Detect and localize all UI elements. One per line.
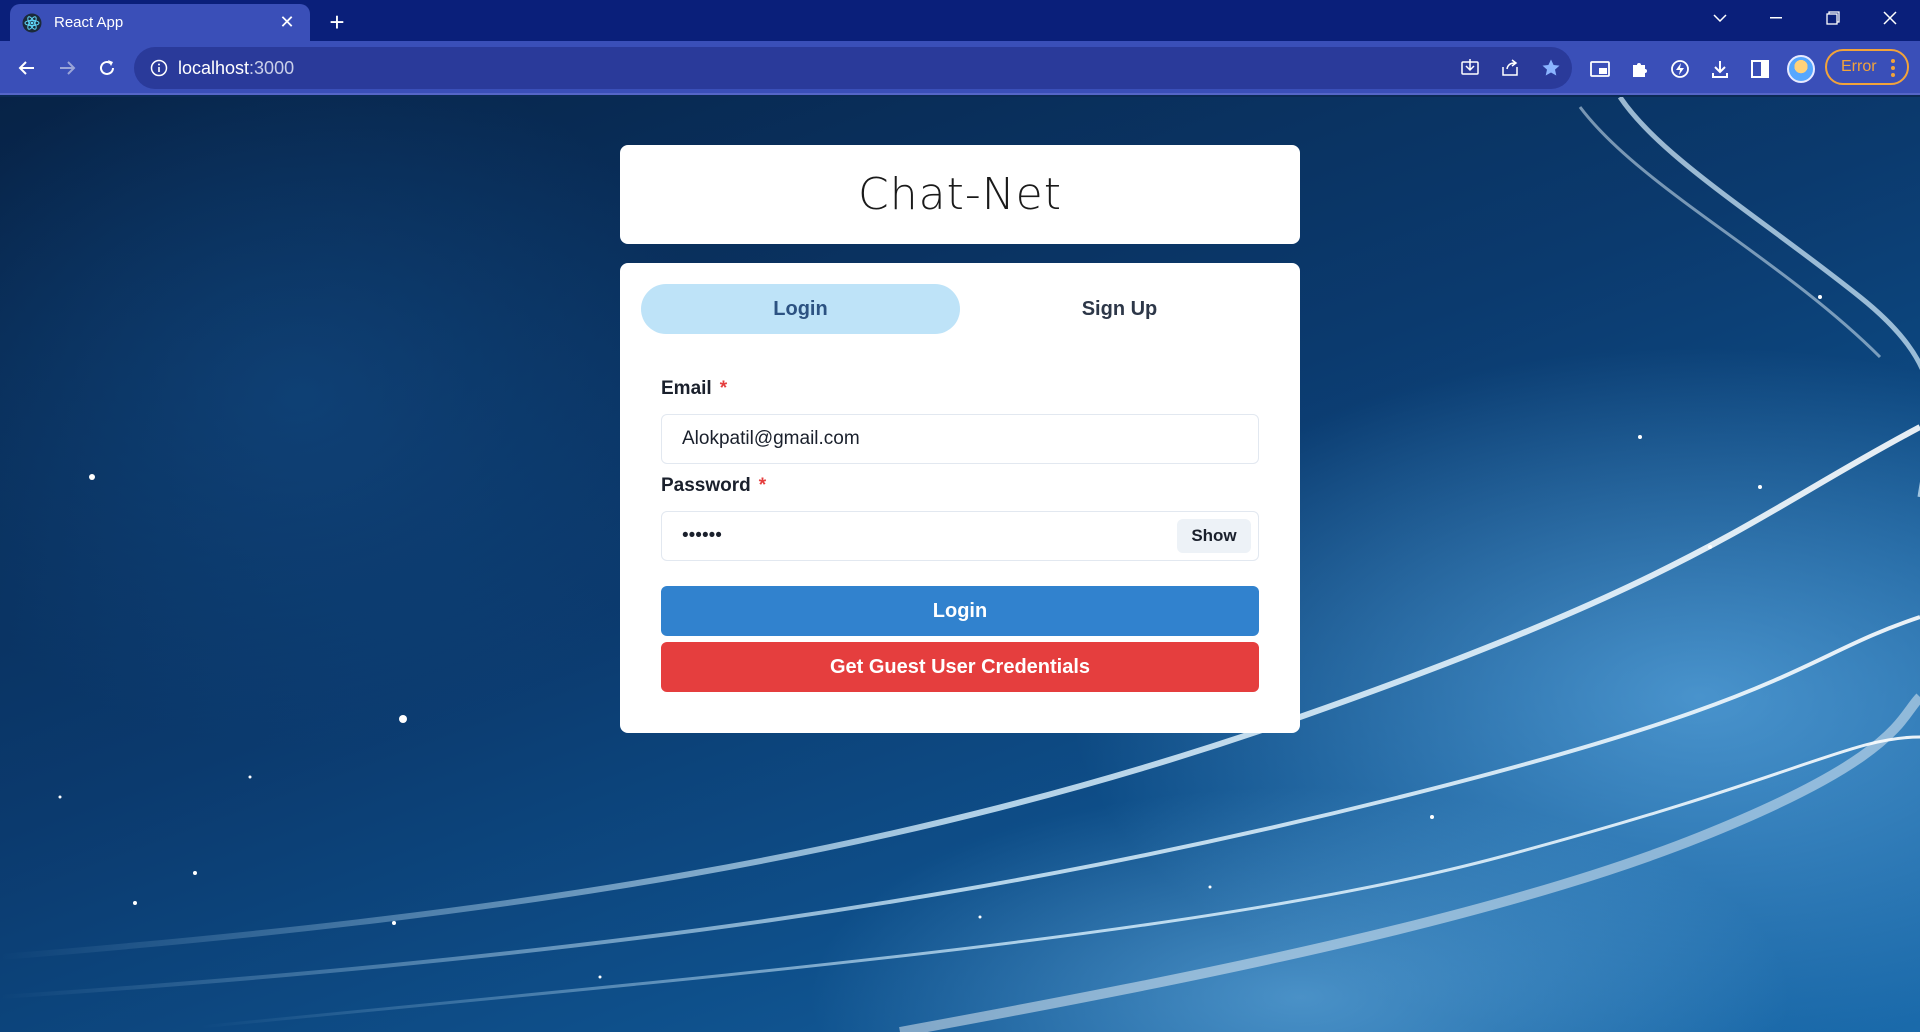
url-host: localhost: [178, 57, 250, 78]
password-field[interactable]: •••••• Show: [661, 511, 1259, 561]
address-bar[interactable]: localhost:3000: [134, 47, 1572, 89]
browser-toolbar: localhost:3000 Error: [0, 41, 1920, 95]
install-icon[interactable]: [1454, 52, 1486, 84]
window-close-icon[interactable]: [1862, 0, 1918, 36]
close-icon[interactable]: ✕: [276, 12, 298, 34]
app-header-card: Chat-Net: [620, 145, 1300, 244]
performance-icon[interactable]: [1664, 53, 1696, 85]
download-icon[interactable]: [1704, 53, 1736, 85]
email-label-text: Email: [661, 378, 712, 399]
guest-credentials-button[interactable]: Get Guest User Credentials: [661, 642, 1259, 692]
profile-status-label: Error: [1841, 58, 1877, 75]
email-value: Alokpatil@gmail.com: [682, 428, 860, 449]
show-password-button[interactable]: Show: [1177, 519, 1251, 553]
email-label: Email *: [661, 378, 727, 400]
required-mark: *: [719, 378, 728, 399]
password-value: ••••••: [682, 525, 722, 546]
app-title: Chat-Net: [858, 169, 1062, 220]
auth-tabs: Login Sign Up: [641, 284, 1279, 334]
puzzle-icon[interactable]: [1624, 53, 1656, 85]
password-label-text: Password: [661, 475, 751, 496]
share-icon[interactable]: [1494, 52, 1526, 84]
media-icon[interactable]: [1584, 53, 1616, 85]
back-arrow-icon[interactable]: [11, 52, 43, 84]
react-logo-icon: [22, 13, 42, 33]
url-port: :3000: [249, 57, 295, 78]
profile-avatar[interactable]: [1787, 55, 1815, 83]
reload-icon[interactable]: [91, 52, 123, 84]
auth-card: Login Sign Up Email * Alokpatil@gmail.com…: [620, 263, 1300, 733]
star-icon[interactable]: [1535, 52, 1567, 84]
login-button[interactable]: Login: [661, 586, 1259, 636]
password-label: Password *: [661, 475, 766, 497]
plus-icon[interactable]: +: [322, 7, 352, 37]
tab-sign-up[interactable]: Sign Up: [960, 284, 1279, 334]
info-icon[interactable]: [150, 59, 168, 77]
browser-tabstrip: React App ✕ +: [0, 0, 1920, 41]
browser-tab[interactable]: React App ✕: [10, 4, 310, 41]
tab-login[interactable]: Login: [641, 284, 960, 334]
restore-icon[interactable]: [1805, 0, 1861, 36]
kebab-menu-icon[interactable]: [1891, 59, 1895, 80]
email-field[interactable]: Alokpatil@gmail.com: [661, 414, 1259, 464]
minimize-icon[interactable]: [1748, 0, 1804, 36]
profile-error-chip[interactable]: Error: [1825, 49, 1909, 85]
tab-search-icon[interactable]: [1692, 0, 1748, 36]
side-panel-icon[interactable]: [1744, 53, 1776, 85]
tab-title: React App: [54, 14, 124, 31]
forward-arrow-icon[interactable]: [51, 52, 83, 84]
required-mark: *: [758, 475, 767, 496]
